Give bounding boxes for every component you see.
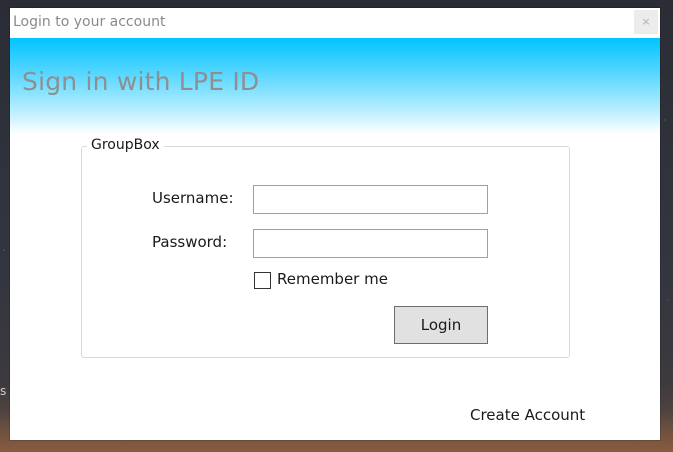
close-button[interactable]: × xyxy=(634,10,658,34)
login-button[interactable]: Login xyxy=(394,306,488,344)
desktop-edge-text: s xyxy=(0,384,6,398)
username-label: Username: xyxy=(152,189,234,207)
password-input[interactable] xyxy=(253,229,488,258)
remember-me-label[interactable]: Remember me xyxy=(277,270,388,288)
header-banner: Sign in with LPE ID xyxy=(10,38,660,134)
page-title: Sign in with LPE ID xyxy=(22,67,260,96)
close-icon: × xyxy=(641,15,651,28)
password-label: Password: xyxy=(152,233,228,251)
username-input[interactable] xyxy=(253,185,488,214)
groupbox-label: GroupBox xyxy=(87,137,164,153)
window-title: Login to your account xyxy=(13,14,166,30)
login-window: Login to your account × Sign in with LPE… xyxy=(10,8,660,440)
title-bar: Login to your account × xyxy=(10,8,660,38)
create-account-link[interactable]: Create Account xyxy=(470,406,585,424)
remember-me-checkbox[interactable] xyxy=(254,272,271,289)
